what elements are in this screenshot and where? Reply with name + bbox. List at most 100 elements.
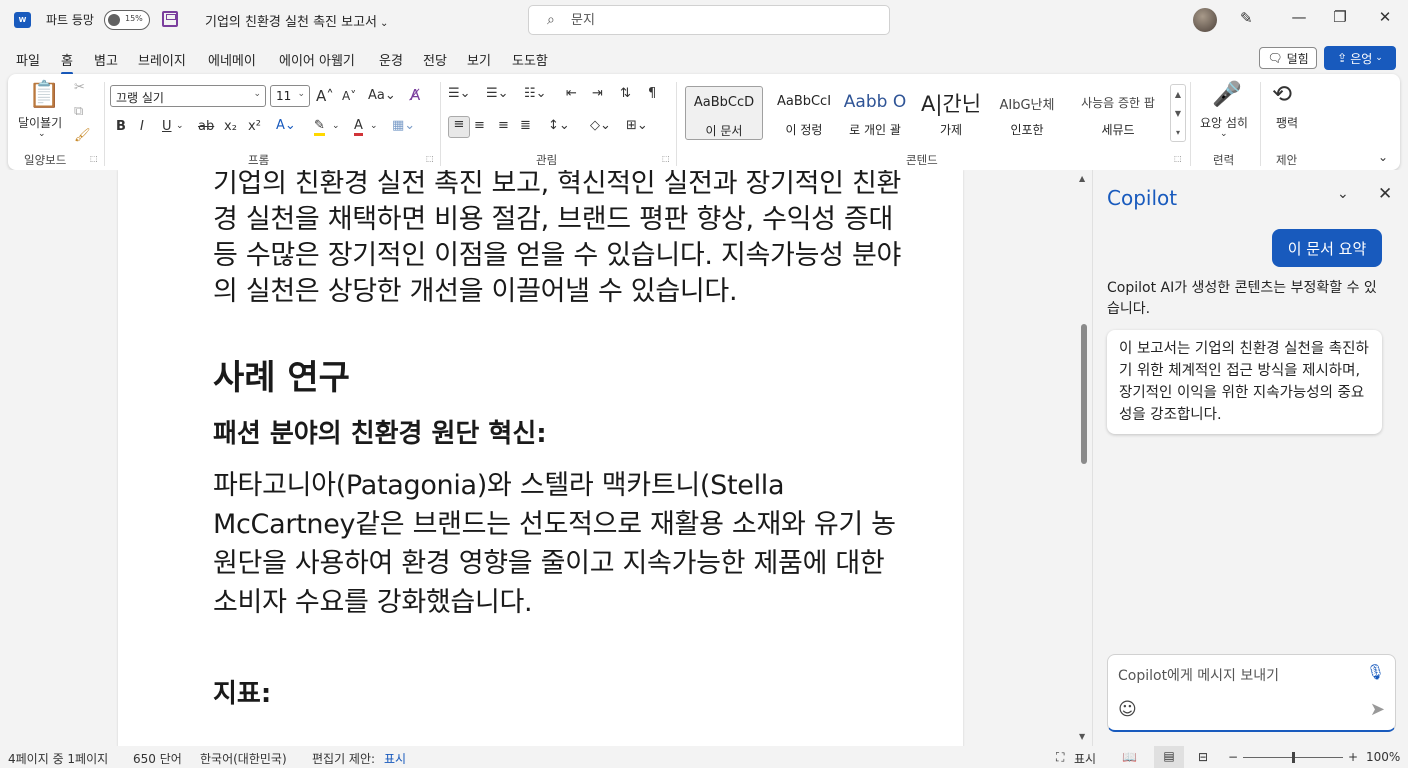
- change-case-icon[interactable]: Aa⌄: [368, 88, 396, 103]
- style-title[interactable]: A|간닌 가제: [912, 86, 990, 140]
- bold-icon[interactable]: B: [116, 119, 126, 134]
- dialog-launcher-icon[interactable]: ⬚: [1174, 154, 1182, 163]
- subheading-fashion[interactable]: 패션 분야의 친환경 원단 혁신:: [213, 416, 913, 452]
- avatar[interactable]: [1193, 8, 1217, 32]
- shrink-font-icon[interactable]: A˅: [342, 89, 356, 103]
- heading-metrics[interactable]: 지표:: [213, 676, 913, 712]
- font-color-icon[interactable]: A: [354, 118, 363, 136]
- dialog-launcher-icon[interactable]: ⬚: [426, 154, 434, 163]
- collapse-ribbon-icon[interactable]: ⌄: [1378, 150, 1388, 164]
- language-indicator[interactable]: 한국어(대한민국): [200, 750, 287, 767]
- strikethrough-icon[interactable]: ab: [198, 119, 214, 134]
- close-icon[interactable]: ✕: [1378, 184, 1392, 204]
- styles-gallery-scroll[interactable]: ▲ ▼ ▾: [1170, 84, 1186, 142]
- body-paragraph[interactable]: 파타고니아(Patagonia)와 스텔라 맥카트니(Stella McCart…: [213, 466, 913, 622]
- search-box[interactable]: ⌕: [528, 5, 890, 35]
- align-right-icon[interactable]: ≡: [498, 118, 509, 133]
- zoom-out-icon[interactable]: −: [1228, 750, 1238, 764]
- style-heading-1[interactable]: Aabb O 로 개인 괄: [836, 86, 914, 140]
- tab-mailings[interactable]: 전당: [423, 50, 447, 69]
- pen-icon[interactable]: ✎: [1240, 9, 1253, 27]
- font-name-combo[interactable]: 끄랭 실기 ⌄: [110, 85, 266, 107]
- tab-insert[interactable]: 볌고: [94, 50, 118, 69]
- editor-suggestions-link[interactable]: 표시: [384, 750, 406, 767]
- text-effects-icon[interactable]: A⌄: [276, 118, 296, 133]
- style-no-spacing[interactable]: AaBbCcI 이 정렁: [765, 86, 843, 140]
- microphone-icon[interactable]: 🎤: [1212, 80, 1242, 108]
- style-normal[interactable]: AaBbCcD 이 문서: [685, 86, 763, 140]
- display-settings-label[interactable]: 표시: [1074, 750, 1096, 767]
- sort-icon[interactable]: ⇅: [620, 86, 631, 101]
- chevron-down-icon[interactable]: ⌄: [1337, 186, 1349, 202]
- minimize-button[interactable]: —: [1284, 8, 1314, 26]
- multilevel-list-icon[interactable]: ☷⌄: [524, 86, 547, 101]
- paste-icon[interactable]: 📋: [28, 80, 60, 114]
- grow-font-icon[interactable]: A˄: [316, 87, 334, 105]
- tab-help[interactable]: 도도함: [512, 50, 548, 69]
- maximize-button[interactable]: ❐: [1325, 8, 1355, 26]
- tab-file[interactable]: 파일: [16, 50, 40, 69]
- search-input[interactable]: [571, 11, 871, 29]
- more-icon[interactable]: ▾: [1171, 123, 1185, 142]
- increase-indent-icon[interactable]: ⇥: [592, 86, 603, 101]
- align-left-icon[interactable]: ≡: [448, 116, 470, 138]
- tab-draw[interactable]: 브레이지: [138, 50, 186, 69]
- heading-case-study[interactable]: 사례 연구: [213, 356, 913, 400]
- close-button[interactable]: ✕: [1370, 8, 1400, 26]
- history-icon[interactable]: ⟲: [1272, 80, 1292, 108]
- tab-references[interactable]: 운경: [379, 50, 403, 69]
- scrollbar-thumb[interactable]: [1081, 324, 1087, 464]
- document-scrollbar[interactable]: ▲ ▼: [1078, 174, 1090, 742]
- share-button[interactable]: ⇪ 은엉 ⌄: [1324, 46, 1396, 70]
- chevron-down-icon[interactable]: ▼: [1171, 104, 1185, 123]
- bullets-icon[interactable]: ☰⌄: [448, 86, 471, 101]
- scroll-up-icon[interactable]: ▲: [1079, 174, 1085, 183]
- decrease-indent-icon[interactable]: ⇤: [566, 86, 577, 101]
- highlight-icon[interactable]: ✎: [314, 118, 325, 136]
- zoom-level[interactable]: 100%: [1366, 750, 1400, 764]
- print-layout-icon[interactable]: ▤: [1154, 746, 1184, 768]
- shading-icon[interactable]: ◇⌄: [590, 118, 611, 133]
- align-center-icon[interactable]: ≡: [474, 118, 485, 133]
- send-icon[interactable]: ➤: [1370, 699, 1385, 720]
- clear-formatting-icon[interactable]: A̸: [410, 86, 420, 104]
- copilot-message-input[interactable]: Copilot에게 메시지 보내기 🎙 ☺ ➤: [1107, 654, 1396, 732]
- line-spacing-icon[interactable]: ↕⌄: [548, 118, 570, 133]
- display-settings-icon[interactable]: ⛶: [1056, 750, 1064, 765]
- web-layout-icon[interactable]: ⊟: [1198, 750, 1208, 764]
- font-size-combo[interactable]: 11 ⌄: [270, 85, 310, 107]
- autosave-toggle[interactable]: 15%: [104, 10, 150, 30]
- style-subtle-emphasis[interactable]: 사능음 증한 팝 세뮤드: [1070, 86, 1166, 140]
- tab-home[interactable]: 홈: [61, 50, 73, 75]
- tab-layout[interactable]: 에이어 아웸기: [279, 50, 355, 69]
- format-painter-icon[interactable]: 🖌: [74, 128, 91, 143]
- style-subtitle[interactable]: AIbG난체 인포한: [988, 86, 1066, 140]
- word-count[interactable]: 650 단어: [133, 750, 182, 767]
- page-count[interactable]: 4페이지 중 1페이지: [8, 750, 108, 767]
- tab-view[interactable]: 보기: [467, 50, 491, 69]
- subscript-icon[interactable]: x₂: [224, 119, 237, 134]
- copy-icon[interactable]: ⧉: [74, 104, 83, 119]
- document-page[interactable]: 기업의 친환경 실전 촉진 보고, 혁신적인 실전과 장기적인 친환경 실천을 …: [118, 170, 963, 746]
- document-title[interactable]: 기업의 친환경 실천 촉진 보고서 ⌄: [205, 11, 388, 30]
- dialog-launcher-icon[interactable]: ⬚: [90, 154, 98, 163]
- justify-icon[interactable]: ≣: [520, 118, 531, 133]
- character-shading-icon[interactable]: ▦⌄: [392, 118, 415, 133]
- zoom-in-icon[interactable]: +: [1348, 750, 1358, 764]
- underline-icon[interactable]: U: [162, 119, 172, 134]
- italic-icon[interactable]: I: [140, 119, 144, 134]
- history-button[interactable]: 팽력: [1276, 114, 1298, 131]
- emoji-icon[interactable]: ☺: [1118, 699, 1137, 720]
- microphone-icon[interactable]: 🎙: [1366, 663, 1385, 681]
- read-mode-icon[interactable]: 📖: [1122, 750, 1137, 764]
- tab-design[interactable]: 에네메이: [208, 50, 256, 69]
- pilcrow-icon[interactable]: ¶: [648, 86, 656, 101]
- superscript-icon[interactable]: x²: [248, 119, 261, 134]
- borders-icon[interactable]: ⊞⌄: [626, 118, 648, 133]
- zoom-slider-thumb[interactable]: [1292, 752, 1295, 763]
- dialog-launcher-icon[interactable]: ⬚: [662, 154, 670, 163]
- cut-icon[interactable]: ✂: [74, 80, 85, 95]
- scroll-down-icon[interactable]: ▼: [1079, 732, 1085, 741]
- chevron-up-icon[interactable]: ▲: [1171, 85, 1185, 104]
- numbering-icon[interactable]: ☰⌄: [486, 86, 509, 101]
